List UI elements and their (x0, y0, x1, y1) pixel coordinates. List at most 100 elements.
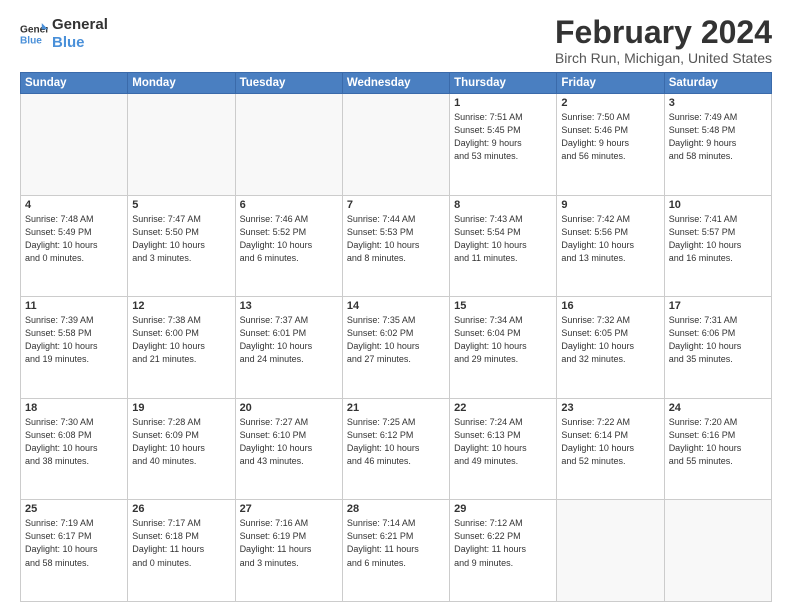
calendar-cell: 16 Sunrise: 7:32 AM Sunset: 6:05 PM Dayli… (557, 297, 664, 399)
day-number: 27 (240, 503, 338, 515)
weekday-saturday: Saturday (664, 73, 771, 94)
day-number: 21 (347, 402, 445, 414)
calendar-cell: 9Sunrise: 7:42 AM Sunset: 5:56 PM Daylig… (557, 195, 664, 297)
calendar-week-row: 18Sunrise: 7:30 AM Sunset: 6:08 PM Dayli… (21, 398, 772, 500)
calendar-cell: 28Sunrise: 7:14 AM Sunset: 6:21 PM Dayli… (342, 500, 449, 602)
weekday-friday: Friday (557, 73, 664, 94)
calendar-cell: 7 Sunrise: 7:44 AM Sunset: 5:53 PM Daylig… (342, 195, 449, 297)
calendar-cell: 24 Sunrise: 7:20 AM Sunset: 6:16 PM Dayli… (664, 398, 771, 500)
calendar-cell: 27 Sunrise: 7:16 AM Sunset: 6:19 PM Dayli… (235, 500, 342, 602)
day-number: 19 (132, 402, 230, 414)
calendar-cell: 13 Sunrise: 7:37 AM Sunset: 6:01 PM Dayli… (235, 297, 342, 399)
day-info: Sunrise: 7:20 AM Sunset: 6:16 PM Dayligh… (669, 416, 767, 468)
day-number: 2 (561, 97, 659, 109)
calendar-cell (235, 94, 342, 196)
day-info: Sunrise: 7:48 AM Sunset: 5:49 PM Dayligh… (25, 213, 123, 265)
day-number: 29 (454, 503, 552, 515)
day-info: Sunrise: 7:16 AM Sunset: 6:19 PM Dayligh… (240, 517, 338, 569)
calendar-subtitle: Birch Run, Michigan, United States (555, 50, 772, 66)
day-number: 24 (669, 402, 767, 414)
header-row: General Blue General Blue February 2024 … (20, 16, 772, 66)
calendar-week-row: 4Sunrise: 7:48 AM Sunset: 5:49 PM Daylig… (21, 195, 772, 297)
calendar-cell: 3 Sunrise: 7:49 AM Sunset: 5:48 PM Daylig… (664, 94, 771, 196)
day-info: Sunrise: 7:41 AM Sunset: 5:57 PM Dayligh… (669, 213, 767, 265)
day-info: Sunrise: 7:19 AM Sunset: 6:17 PM Dayligh… (25, 517, 123, 569)
calendar-cell: 20 Sunrise: 7:27 AM Sunset: 6:10 PM Dayli… (235, 398, 342, 500)
day-number: 17 (669, 300, 767, 312)
weekday-thursday: Thursday (450, 73, 557, 94)
calendar-cell: 15Sunrise: 7:34 AM Sunset: 6:04 PM Dayli… (450, 297, 557, 399)
day-info: Sunrise: 7:44 AM Sunset: 5:53 PM Dayligh… (347, 213, 445, 265)
calendar-week-row: 1 Sunrise: 7:51 AM Sunset: 5:45 PM Daylig… (21, 94, 772, 196)
day-info: Sunrise: 7:31 AM Sunset: 6:06 PM Dayligh… (669, 314, 767, 366)
day-number: 6 (240, 199, 338, 211)
day-info: Sunrise: 7:50 AM Sunset: 5:46 PM Dayligh… (561, 111, 659, 163)
day-number: 3 (669, 97, 767, 109)
calendar-cell: 29 Sunrise: 7:12 AM Sunset: 6:22 PM Dayli… (450, 500, 557, 602)
weekday-sunday: Sunday (21, 73, 128, 94)
day-info: Sunrise: 7:49 AM Sunset: 5:48 PM Dayligh… (669, 111, 767, 163)
day-info: Sunrise: 7:30 AM Sunset: 6:08 PM Dayligh… (25, 416, 123, 468)
weekday-tuesday: Tuesday (235, 73, 342, 94)
svg-text:Blue: Blue (20, 35, 42, 46)
day-info: Sunrise: 7:51 AM Sunset: 5:45 PM Dayligh… (454, 111, 552, 163)
day-number: 26 (132, 503, 230, 515)
day-number: 12 (132, 300, 230, 312)
day-number: 14 (347, 300, 445, 312)
calendar-cell: 2 Sunrise: 7:50 AM Sunset: 5:46 PM Daylig… (557, 94, 664, 196)
calendar-cell: 12Sunrise: 7:38 AM Sunset: 6:00 PM Dayli… (128, 297, 235, 399)
calendar-cell: 19 Sunrise: 7:28 AM Sunset: 6:09 PM Dayli… (128, 398, 235, 500)
day-info: Sunrise: 7:12 AM Sunset: 6:22 PM Dayligh… (454, 517, 552, 569)
day-number: 23 (561, 402, 659, 414)
day-info: Sunrise: 7:28 AM Sunset: 6:09 PM Dayligh… (132, 416, 230, 468)
day-info: Sunrise: 7:34 AM Sunset: 6:04 PM Dayligh… (454, 314, 552, 366)
day-number: 20 (240, 402, 338, 414)
weekday-wednesday: Wednesday (342, 73, 449, 94)
day-info: Sunrise: 7:17 AM Sunset: 6:18 PM Dayligh… (132, 517, 230, 569)
day-info: Sunrise: 7:32 AM Sunset: 6:05 PM Dayligh… (561, 314, 659, 366)
day-number: 8 (454, 199, 552, 211)
day-info: Sunrise: 7:27 AM Sunset: 6:10 PM Dayligh… (240, 416, 338, 468)
day-number: 16 (561, 300, 659, 312)
logo-icon: General Blue (20, 20, 48, 48)
calendar-cell: 1 Sunrise: 7:51 AM Sunset: 5:45 PM Daylig… (450, 94, 557, 196)
calendar-cell: 8 Sunrise: 7:43 AM Sunset: 5:54 PM Daylig… (450, 195, 557, 297)
calendar-cell: 25 Sunrise: 7:19 AM Sunset: 6:17 PM Dayli… (21, 500, 128, 602)
calendar-cell: 17 Sunrise: 7:31 AM Sunset: 6:06 PM Dayli… (664, 297, 771, 399)
day-number: 1 (454, 97, 552, 109)
calendar-cell: 11Sunrise: 7:39 AM Sunset: 5:58 PM Dayli… (21, 297, 128, 399)
calendar-cell: 4Sunrise: 7:48 AM Sunset: 5:49 PM Daylig… (21, 195, 128, 297)
calendar-week-row: 25 Sunrise: 7:19 AM Sunset: 6:17 PM Dayli… (21, 500, 772, 602)
day-info: Sunrise: 7:25 AM Sunset: 6:12 PM Dayligh… (347, 416, 445, 468)
day-number: 25 (25, 503, 123, 515)
calendar-cell (557, 500, 664, 602)
calendar-cell: 23Sunrise: 7:22 AM Sunset: 6:14 PM Dayli… (557, 398, 664, 500)
calendar-cell (342, 94, 449, 196)
calendar-page: General Blue General Blue February 2024 … (0, 0, 792, 612)
weekday-monday: Monday (128, 73, 235, 94)
calendar-cell: 21 Sunrise: 7:25 AM Sunset: 6:12 PM Dayli… (342, 398, 449, 500)
day-number: 28 (347, 503, 445, 515)
calendar-cell (21, 94, 128, 196)
day-info: Sunrise: 7:24 AM Sunset: 6:13 PM Dayligh… (454, 416, 552, 468)
logo: General Blue General Blue (20, 16, 108, 52)
calendar-cell (128, 94, 235, 196)
calendar-week-row: 11Sunrise: 7:39 AM Sunset: 5:58 PM Dayli… (21, 297, 772, 399)
day-info: Sunrise: 7:43 AM Sunset: 5:54 PM Dayligh… (454, 213, 552, 265)
day-info: Sunrise: 7:47 AM Sunset: 5:50 PM Dayligh… (132, 213, 230, 265)
day-number: 10 (669, 199, 767, 211)
logo-text-line2: Blue (52, 34, 108, 52)
calendar-cell: 6Sunrise: 7:46 AM Sunset: 5:52 PM Daylig… (235, 195, 342, 297)
calendar-cell: 26 Sunrise: 7:17 AM Sunset: 6:18 PM Dayli… (128, 500, 235, 602)
day-number: 9 (561, 199, 659, 211)
day-number: 5 (132, 199, 230, 211)
day-number: 22 (454, 402, 552, 414)
day-number: 13 (240, 300, 338, 312)
day-info: Sunrise: 7:37 AM Sunset: 6:01 PM Dayligh… (240, 314, 338, 366)
calendar-cell: 10 Sunrise: 7:41 AM Sunset: 5:57 PM Dayli… (664, 195, 771, 297)
title-block: February 2024 Birch Run, Michigan, Unite… (555, 16, 772, 66)
logo-text-line1: General (52, 16, 108, 34)
calendar-cell (664, 500, 771, 602)
day-number: 7 (347, 199, 445, 211)
calendar-cell: 14Sunrise: 7:35 AM Sunset: 6:02 PM Dayli… (342, 297, 449, 399)
